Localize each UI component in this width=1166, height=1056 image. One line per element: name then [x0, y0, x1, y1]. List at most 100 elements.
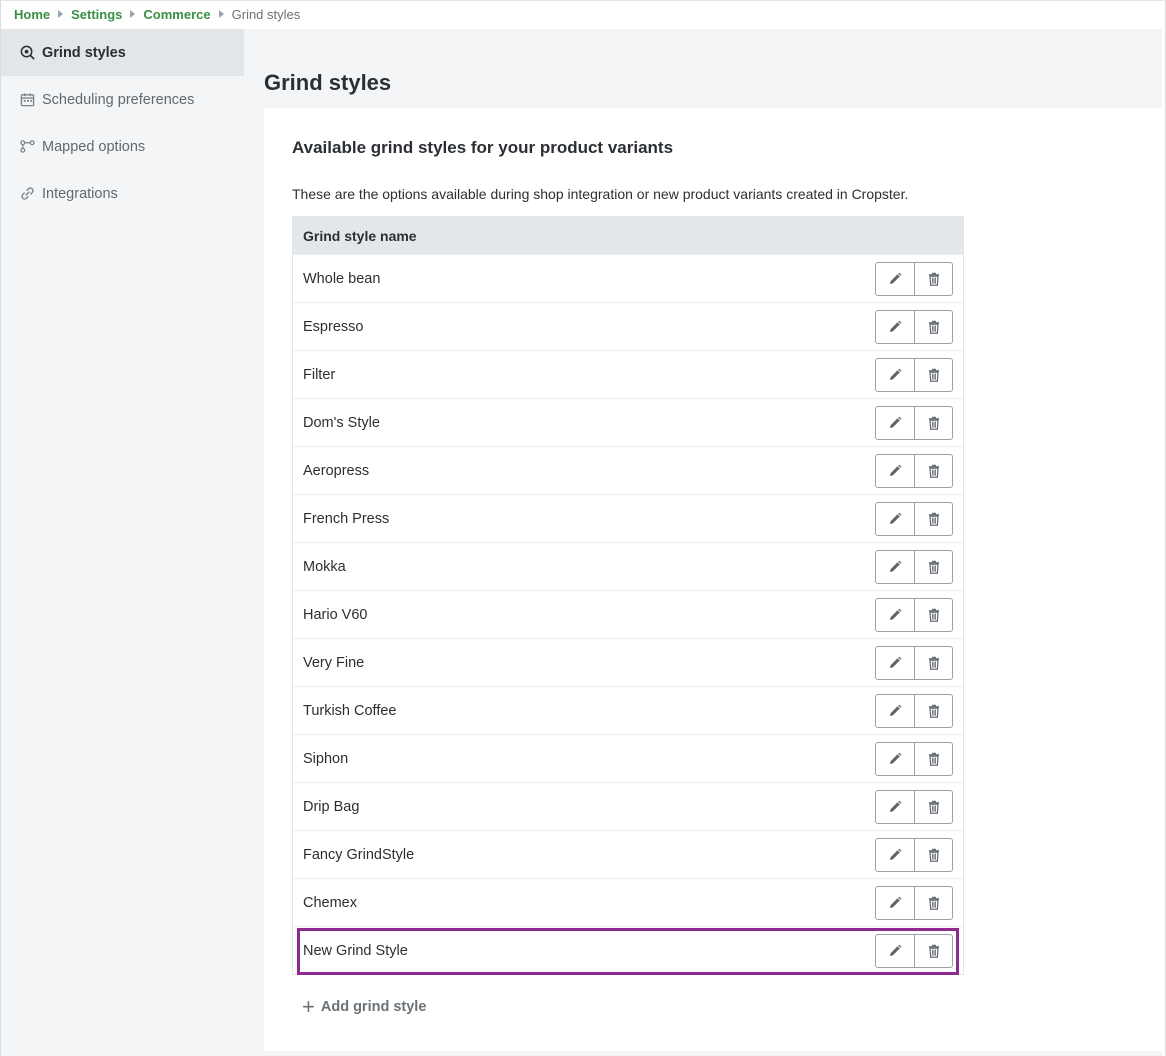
delete-button[interactable]	[915, 357, 953, 392]
trash-icon	[927, 944, 941, 958]
pencil-icon	[888, 704, 902, 718]
sidebar-item-mapped-options[interactable]: Mapped options	[1, 123, 244, 170]
delete-button[interactable]	[915, 453, 953, 488]
delete-button[interactable]	[915, 597, 953, 632]
edit-button[interactable]	[875, 549, 915, 584]
grind-style-name: Siphon	[303, 750, 349, 767]
link-icon	[19, 186, 35, 202]
card-description: These are the options available during s…	[292, 186, 909, 202]
pencil-icon	[888, 896, 902, 910]
delete-button[interactable]	[915, 693, 953, 728]
table-header: Grind style name	[293, 217, 963, 254]
trash-icon	[927, 416, 941, 430]
breadcrumb-commerce[interactable]: Commerce	[143, 7, 210, 22]
grind-style-name: Whole bean	[303, 270, 381, 287]
pencil-icon	[888, 752, 902, 766]
edit-button[interactable]	[875, 357, 915, 392]
page-title: Grind styles	[264, 70, 392, 95]
row-actions	[875, 837, 953, 872]
sidebar-item-label: Scheduling preferences	[42, 91, 195, 108]
grind-style-name: New Grind Style	[303, 942, 408, 959]
table-row: Whole bean	[293, 254, 963, 302]
table-row: Espresso	[293, 302, 963, 350]
sidebar: Grind styles Scheduling preferences Mapp…	[1, 29, 244, 1056]
edit-button[interactable]	[875, 261, 915, 296]
pencil-icon	[888, 512, 902, 526]
trash-icon	[927, 704, 941, 718]
row-actions	[875, 789, 953, 824]
delete-button[interactable]	[915, 261, 953, 296]
table-row: Turkish Coffee	[293, 686, 963, 734]
table-row: Aeropress	[293, 446, 963, 494]
delete-button[interactable]	[915, 549, 953, 584]
mapping-icon	[19, 139, 35, 155]
pencil-icon	[888, 656, 902, 670]
delete-button[interactable]	[915, 501, 953, 536]
delete-button[interactable]	[915, 309, 953, 344]
sidebar-item-grind-styles[interactable]: Grind styles	[1, 29, 244, 76]
sidebar-item-label: Integrations	[42, 185, 118, 202]
sidebar-item-label: Mapped options	[42, 138, 146, 155]
breadcrumb: Home Settings Commerce Grind styles	[14, 4, 300, 24]
table-row: Dom's Style	[293, 398, 963, 446]
pencil-icon	[888, 272, 902, 286]
edit-button[interactable]	[875, 501, 915, 536]
edit-button[interactable]	[875, 789, 915, 824]
row-actions	[875, 741, 953, 776]
grind-style-name: Drip Bag	[303, 798, 360, 815]
edit-button[interactable]	[875, 933, 915, 968]
edit-button[interactable]	[875, 741, 915, 776]
breadcrumb-current: Grind styles	[231, 6, 301, 22]
add-grind-style-label: Add grind style	[320, 999, 427, 1015]
edit-button[interactable]	[875, 453, 915, 488]
row-actions	[875, 597, 953, 632]
row-actions	[875, 357, 953, 392]
trash-icon	[927, 656, 941, 670]
grind-style-name: Fancy GrindStyle	[303, 846, 415, 863]
edit-button[interactable]	[875, 309, 915, 344]
row-actions	[875, 501, 953, 536]
add-grind-style-button[interactable]: + Add grind style	[302, 996, 426, 1018]
row-actions	[875, 885, 953, 920]
table-row: Filter	[293, 350, 963, 398]
delete-button[interactable]	[915, 933, 953, 968]
calendar-icon	[19, 92, 35, 108]
row-actions	[875, 693, 953, 728]
delete-button[interactable]	[915, 885, 953, 920]
delete-button[interactable]	[915, 405, 953, 440]
trash-icon	[927, 464, 941, 478]
grind-styles-table: Grind style name Whole bean Espresso Filte…	[292, 216, 964, 975]
edit-button[interactable]	[875, 693, 915, 728]
table-row: Very Fine	[293, 638, 963, 686]
table-row: Fancy GrindStyle	[293, 830, 963, 878]
edit-button[interactable]	[875, 597, 915, 632]
grind-style-name: Mokka	[303, 558, 346, 575]
pencil-icon	[888, 368, 902, 382]
trash-icon	[927, 608, 941, 622]
delete-button[interactable]	[915, 789, 953, 824]
grind-style-name: Dom's Style	[303, 414, 380, 431]
delete-button[interactable]	[915, 645, 953, 680]
grind-style-name: Aeropress	[303, 462, 370, 479]
sidebar-item-scheduling-preferences[interactable]: Scheduling preferences	[1, 76, 244, 123]
breadcrumb-settings[interactable]: Settings	[71, 7, 122, 22]
pencil-icon	[888, 464, 902, 478]
sidebar-item-integrations[interactable]: Integrations	[1, 170, 244, 217]
edit-button[interactable]	[875, 885, 915, 920]
grind-styles-card: Available grind styles for your product …	[264, 108, 1162, 1051]
breadcrumb-home[interactable]: Home	[14, 7, 50, 22]
breadcrumb-separator-icon	[58, 10, 64, 18]
edit-button[interactable]	[875, 405, 915, 440]
row-actions	[875, 933, 953, 968]
grind-style-name: Chemex	[303, 894, 357, 911]
trash-icon	[927, 560, 941, 574]
pencil-icon	[888, 848, 902, 862]
grind-style-name: Very Fine	[303, 654, 365, 671]
edit-button[interactable]	[875, 645, 915, 680]
grind-style-name: Turkish Coffee	[303, 702, 397, 719]
trash-icon	[927, 512, 941, 526]
delete-button[interactable]	[915, 837, 953, 872]
delete-button[interactable]	[915, 741, 953, 776]
table-row: French Press	[293, 494, 963, 542]
edit-button[interactable]	[875, 837, 915, 872]
